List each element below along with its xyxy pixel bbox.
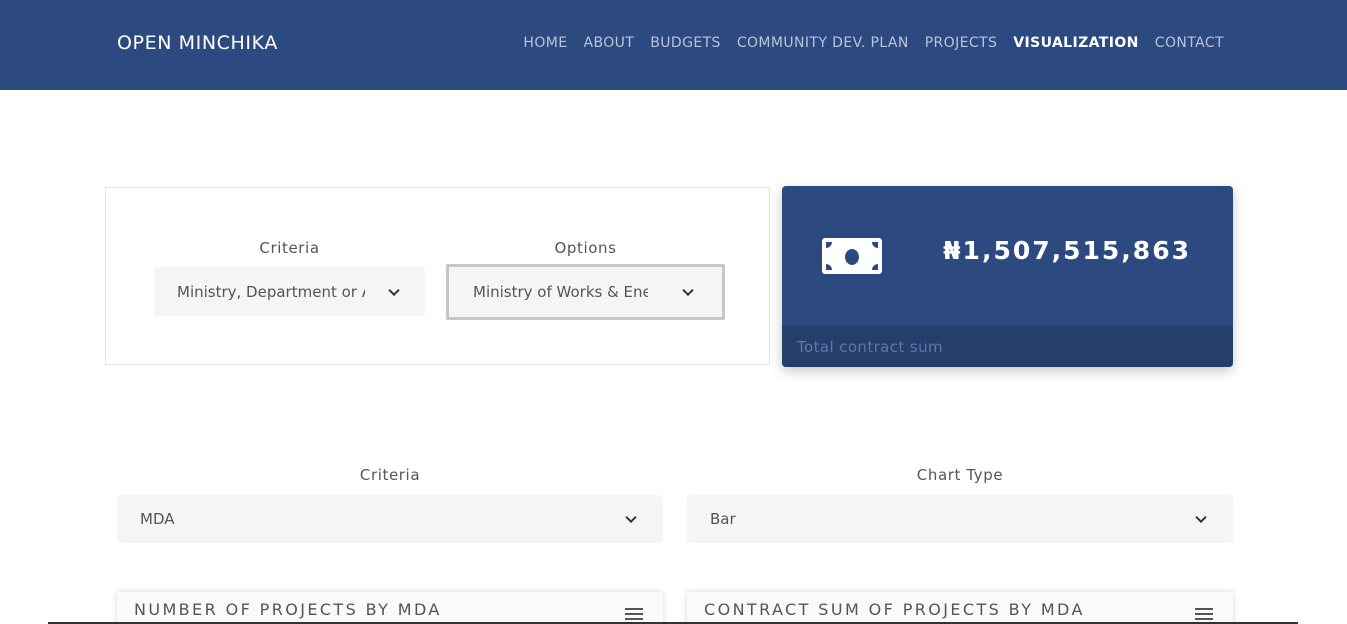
stat-caption: Total contract sum [797,338,944,356]
nav-home[interactable]: HOME [523,35,567,51]
projects-count-chart-panel: NUMBER OF PROJECTS BY MDA [117,592,663,624]
options-select[interactable]: Ministry of Works & Energy [446,264,725,320]
filter-card: Criteria Ministry, Department or Agency … [105,187,770,365]
nav-community-dev-plan[interactable]: COMMUNITY DEV. PLAN [737,35,909,51]
chevron-down-icon [388,284,400,296]
total-contract-sum-card: ₦1,507,515,863 Total contract sum [782,186,1233,367]
chevron-down-icon [682,284,694,297]
hamburger-menu-icon[interactable] [625,608,643,620]
nav-budgets[interactable]: BUDGETS [650,35,721,51]
hamburger-menu-icon[interactable] [1195,608,1213,620]
criteria-select[interactable]: Ministry, Department or Agency [154,267,425,316]
total-contract-amount: ₦1,507,515,863 [943,236,1191,265]
criteria-select-value: Ministry, Department or Agency [177,282,365,301]
stat-footer: Total contract sum [782,326,1233,367]
nav-visualization[interactable]: VISUALIZATION [1013,35,1139,51]
nav-about[interactable]: ABOUT [583,35,634,51]
chevron-down-icon [625,511,637,524]
brand-logo[interactable]: OPEN MINCHIKA [117,32,278,54]
chart-criteria-label: Criteria [359,466,421,484]
chevron-down-icon [1195,511,1207,524]
chart-type-label: Chart Type [916,466,1004,484]
chart-criteria-select[interactable]: MDA [117,495,663,543]
nav-menu: HOME ABOUT BUDGETS COMMUNITY DEV. PLAN P… [523,35,1224,51]
nav-projects[interactable]: PROJECTS [925,35,998,51]
contract-sum-chart-panel: CONTRACT SUM OF PROJECTS BY MDA [687,592,1233,624]
panel-title: CONTRACT SUM OF PROJECTS BY MDA [704,600,1085,619]
money-bill-icon [822,238,882,274]
nav-contact[interactable]: CONTACT [1155,35,1224,51]
criteria-label: Criteria [259,239,320,257]
options-select-value: Ministry of Works & Energy [473,283,648,301]
chart-criteria-value: MDA [140,510,175,528]
chart-type-select[interactable]: Bar [687,495,1233,543]
options-label: Options [554,239,617,257]
chart-type-value: Bar [710,510,736,528]
panel-title: NUMBER OF PROJECTS BY MDA [134,600,442,619]
navbar: OPEN MINCHIKA HOME ABOUT BUDGETS COMMUNI… [0,0,1347,90]
